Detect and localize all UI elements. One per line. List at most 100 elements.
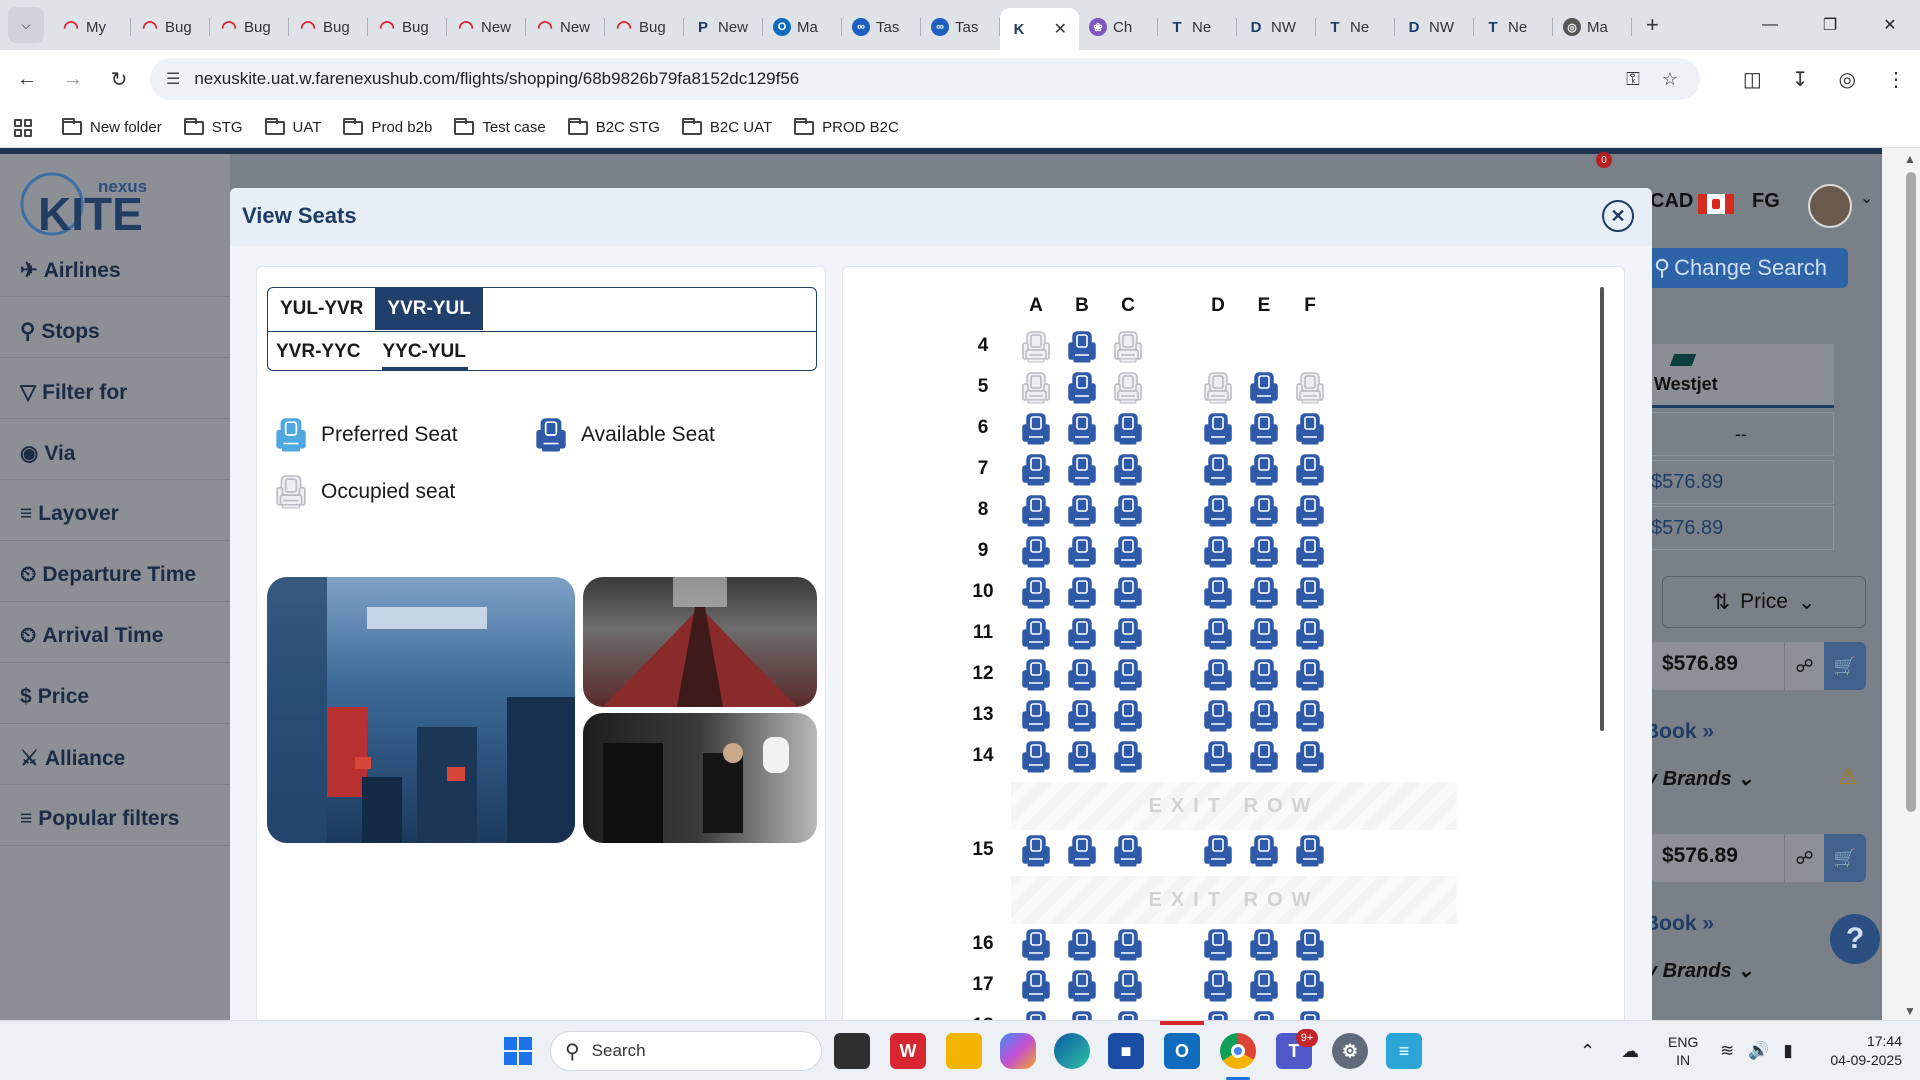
route-tab-yvr-yul[interactable]: YVR-YUL	[375, 288, 483, 330]
seat-6d-available[interactable]	[1203, 413, 1233, 445]
bookmark-star-icon[interactable]: ☆	[1662, 69, 1678, 90]
store-icon[interactable]: ■	[1108, 1033, 1144, 1069]
seat-4b-available[interactable]	[1067, 331, 1097, 363]
seat-10d-available[interactable]	[1203, 577, 1233, 609]
seat-15a-available[interactable]	[1021, 835, 1051, 867]
seat-9a-available[interactable]	[1021, 536, 1051, 568]
site-info-icon[interactable]: ☰	[166, 69, 180, 89]
bookmark-folder[interactable]: Test case	[454, 117, 546, 136]
seat-13c-available[interactable]	[1113, 700, 1143, 732]
route-tab-yul-yvr[interactable]: YUL-YVR	[268, 288, 375, 330]
seat-5b-available[interactable]	[1067, 372, 1097, 404]
filter-layover[interactable]: ≡ Layover	[20, 502, 119, 526]
scroll-up-icon[interactable]: ▲	[1904, 152, 1916, 166]
seat-17c-available[interactable]	[1113, 970, 1143, 1002]
seat-14d-available[interactable]	[1203, 741, 1233, 773]
airline-column-header[interactable]: Westjet	[1648, 344, 1834, 408]
seat-12a-available[interactable]	[1021, 659, 1051, 691]
browser-tab[interactable]: ∞ Tas	[921, 8, 1000, 46]
seat-16d-available[interactable]	[1203, 929, 1233, 961]
seat-10e-available[interactable]	[1249, 577, 1279, 609]
seat-7d-available[interactable]	[1203, 454, 1233, 486]
battery-icon[interactable]: ▮	[1783, 1041, 1792, 1061]
notification-bell[interactable]: 0	[1590, 152, 1620, 182]
seat-12f-available[interactable]	[1295, 659, 1325, 691]
filter-via[interactable]: ◉ Via	[20, 441, 75, 466]
seat-14f-available[interactable]	[1295, 741, 1325, 773]
close-tab-icon[interactable]: ✕	[1054, 19, 1067, 39]
filter-filter-for[interactable]: ▽ Filter for	[20, 380, 127, 405]
seat-7e-available[interactable]	[1249, 454, 1279, 486]
seat-15b-available[interactable]	[1067, 835, 1097, 867]
seat-16e-available[interactable]	[1249, 929, 1279, 961]
browser-tab[interactable]: ◠ New	[526, 8, 605, 46]
seat-13a-available[interactable]	[1021, 700, 1051, 732]
bookmark-folder[interactable]: PROD B2C	[794, 117, 899, 136]
seat-17f-available[interactable]	[1295, 970, 1325, 1002]
language-label[interactable]: ENG	[1668, 1033, 1698, 1051]
outlook-icon[interactable]: O	[1164, 1033, 1200, 1069]
task-view-icon[interactable]	[834, 1033, 870, 1069]
brands-toggle-1[interactable]: y Brands ⌄	[1646, 766, 1754, 791]
apps-grid-icon[interactable]	[14, 118, 32, 137]
seat-8b-available[interactable]	[1067, 495, 1097, 527]
seat-16b-available[interactable]	[1067, 929, 1097, 961]
route-tab-yyc-yul[interactable]: YYC-YUL	[374, 332, 473, 372]
filter-airlines[interactable]: ✈ Airlines	[20, 258, 121, 283]
browser-tab[interactable]: O Ma	[763, 8, 842, 46]
download-icon[interactable]: ↧	[1792, 67, 1809, 92]
seat-18a-available[interactable]	[1021, 1011, 1051, 1020]
seat-13b-available[interactable]	[1067, 700, 1097, 732]
seat-8c-available[interactable]	[1113, 495, 1143, 527]
browser-tab[interactable]: ◠ Bug	[131, 8, 210, 46]
region-label[interactable]: IN	[1676, 1051, 1690, 1069]
seat-8a-available[interactable]	[1021, 495, 1051, 527]
seat-9f-available[interactable]	[1295, 536, 1325, 568]
seat-17d-available[interactable]	[1203, 970, 1233, 1002]
seat-9d-available[interactable]	[1203, 536, 1233, 568]
browser-tab[interactable]: ❀ Ch	[1079, 8, 1158, 46]
page-scrollbar-thumb[interactable]	[1906, 172, 1916, 812]
seat-14b-available[interactable]	[1067, 741, 1097, 773]
browser-tab[interactable]: ◠ Bug	[368, 8, 447, 46]
cart-icon[interactable]: 🛒	[1824, 834, 1866, 882]
browser-tab[interactable]: P New	[684, 8, 763, 46]
seat-6c-available[interactable]	[1113, 413, 1143, 445]
browser-tab[interactable]: ◠ Bug	[605, 8, 684, 46]
seat-17b-available[interactable]	[1067, 970, 1097, 1002]
user-initials[interactable]: FG	[1752, 190, 1780, 213]
book-link-2[interactable]: Book »	[1644, 912, 1714, 936]
url-omnibox[interactable]: ☰ nexuskite.uat.w.farenexushub.com/fligh…	[150, 58, 1700, 100]
seat-6f-available[interactable]	[1295, 413, 1325, 445]
sort-price-dropdown[interactable]: ⇅ Price ⌄	[1662, 576, 1866, 628]
close-window-icon[interactable]: ✕	[1860, 0, 1920, 50]
tab-search-dropdown-icon[interactable]: ⌵	[8, 7, 44, 43]
price-cell-2[interactable]: $576.89	[1648, 506, 1834, 550]
share-icon[interactable]: ☍	[1784, 642, 1824, 690]
seat-8d-available[interactable]	[1203, 495, 1233, 527]
seat-18b-available[interactable]	[1067, 1011, 1097, 1020]
browser-tab[interactable]: ◠ My	[52, 8, 131, 46]
seat-10f-available[interactable]	[1295, 577, 1325, 609]
route-tab-yvr-yyc[interactable]: YVR-YYC	[268, 332, 368, 372]
seat-11e-available[interactable]	[1249, 618, 1279, 650]
url-text[interactable]: nexuskite.uat.w.farenexushub.com/flights…	[194, 69, 799, 89]
seat-11a-available[interactable]	[1021, 618, 1051, 650]
seat-18f-available[interactable]	[1295, 1011, 1325, 1020]
seat-10c-available[interactable]	[1113, 577, 1143, 609]
browser-tab[interactable]: T Ne	[1158, 8, 1237, 46]
seat-14a-available[interactable]	[1021, 741, 1051, 773]
taskbar-search[interactable]: ⚲ Search	[550, 1031, 822, 1071]
seat-17e-available[interactable]	[1249, 970, 1279, 1002]
seat-12d-available[interactable]	[1203, 659, 1233, 691]
forward-icon[interactable]: →	[54, 60, 92, 98]
filter-stops[interactable]: ⚲ Stops	[20, 319, 100, 344]
seat-9b-available[interactable]	[1067, 536, 1097, 568]
seat-6b-available[interactable]	[1067, 413, 1097, 445]
seat-17a-available[interactable]	[1021, 970, 1051, 1002]
seat-15d-available[interactable]	[1203, 835, 1233, 867]
clock-time[interactable]: 17:44	[1867, 1032, 1902, 1051]
onedrive-offline-icon[interactable]: ☁	[1621, 1041, 1639, 1062]
seat-12b-available[interactable]	[1067, 659, 1097, 691]
seat-5e-available[interactable]	[1249, 372, 1279, 404]
